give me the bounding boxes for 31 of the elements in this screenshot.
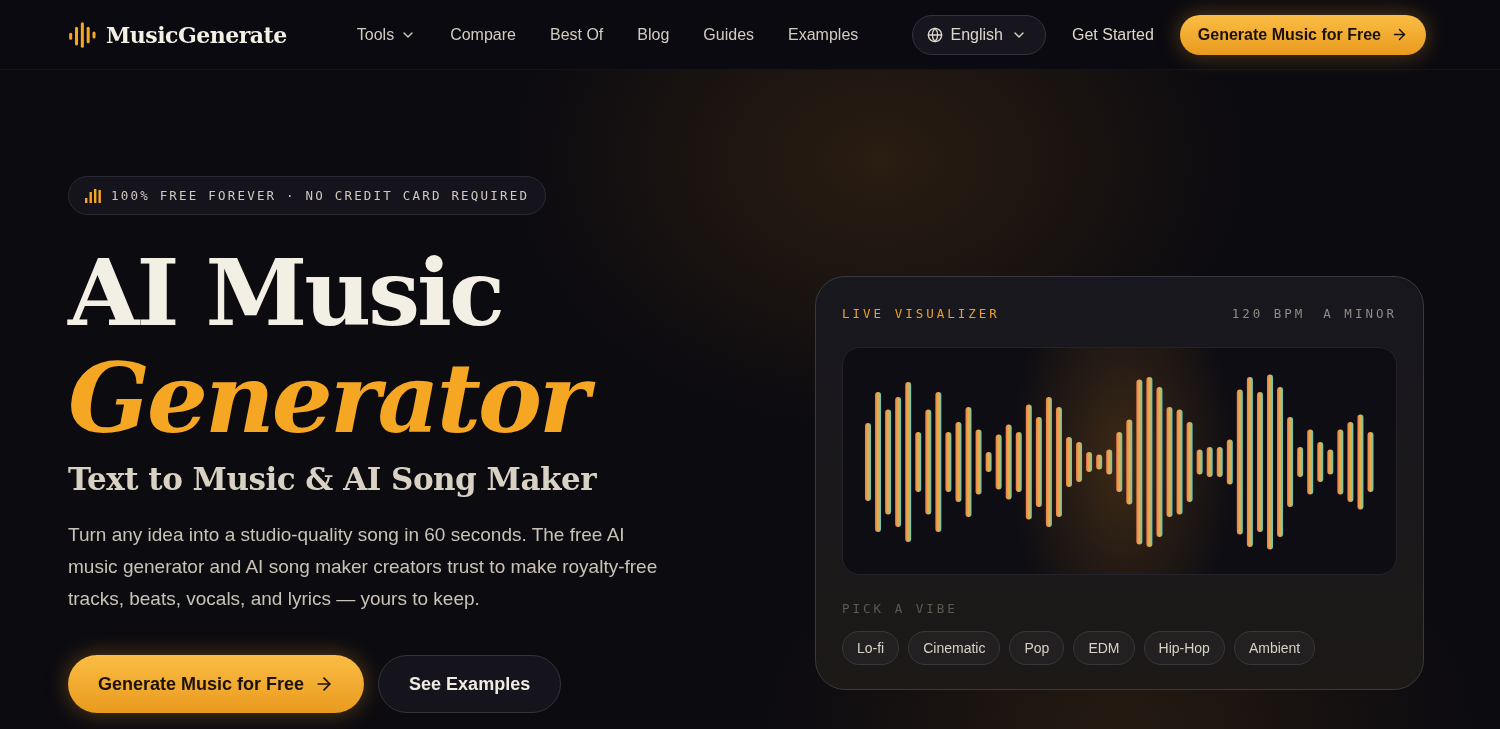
generate-button[interactable]: Generate Music for Free — [68, 655, 365, 713]
language-selector[interactable]: English — [911, 14, 1046, 55]
generate-button[interactable]: Generate Music for Free — [1179, 14, 1426, 55]
hero-title-accent: Generator — [68, 345, 609, 453]
hero-subtitle: Text to Music & AI Song Maker — [68, 461, 596, 497]
logo-icon — [68, 20, 96, 49]
vibe-chip[interactable]: Hip-Hop — [1143, 631, 1225, 665]
nav-link[interactable]: Compare — [450, 25, 516, 44]
nav-link[interactable]: Guides — [703, 25, 755, 44]
hero-title: AI Music — [68, 241, 502, 345]
nav-link[interactable]: Examples — [788, 25, 859, 44]
globe-icon — [926, 26, 943, 43]
vibe-chip[interactable]: EDM — [1073, 631, 1135, 665]
vibe-chip[interactable]: Cinematic — [908, 631, 1001, 665]
visualizer-label: LIVE VISUALIZER — [842, 305, 1000, 321]
badge-text: 100% FREE FOREVER · NO CREDIT CARD REQUIRED — [111, 188, 530, 203]
nav-link[interactable]: Blog — [637, 25, 670, 44]
hero-description: Turn any idea into a studio-quality song in 60 seconds. The free AI music generator and AI song maker creators trust to make royalty-free tracks, beats, vocals, and lyrics — yours to keep. — [68, 523, 659, 611]
nav-link[interactable]: Tools — [356, 25, 417, 44]
arrow-icon — [1391, 26, 1408, 43]
key-text: A MINOR — [1323, 305, 1397, 321]
logo-text[interactable]: MusicGenerate — [106, 21, 287, 48]
nav-link[interactable]: Best Of — [549, 25, 604, 44]
see-examples-button[interactable]: See Examples — [378, 655, 562, 713]
vibe-chip[interactable]: Pop — [1009, 631, 1065, 665]
vibe-chip[interactable]: Lo-fi — [842, 631, 900, 665]
vibe-label: PICK A VIBE — [842, 601, 958, 616]
bars-icon — [85, 188, 101, 203]
tempo-text: 120 BPM — [1231, 305, 1306, 321]
vibe-chip[interactable]: Ambient — [1233, 631, 1316, 665]
get-started-link[interactable]: Get Started — [1072, 25, 1154, 44]
